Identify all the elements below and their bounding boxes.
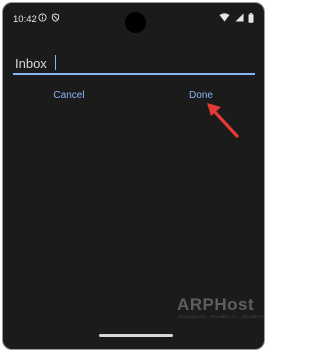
signal-icon — [235, 13, 244, 22]
label-name-input[interactable]: Inbox — [15, 56, 47, 71]
info-icon — [38, 13, 47, 22]
wifi-icon — [219, 13, 230, 22]
label-name-field[interactable]: Inbox — [13, 51, 255, 75]
arrow-pointer-icon — [207, 103, 239, 138]
watermark-tagline: INNOVATION · RELIABILITY · SECURITY — [178, 314, 264, 319]
shield-icon — [51, 13, 60, 22]
field-underline — [13, 73, 255, 75]
gesture-nav-bar[interactable] — [99, 334, 173, 337]
status-time: 10:42 — [13, 14, 37, 25]
camera-cutout — [125, 12, 146, 33]
status-bar: 10:42 — [3, 3, 264, 33]
battery-icon — [248, 13, 254, 23]
cancel-button[interactable]: Cancel — [39, 87, 99, 105]
status-right-icons — [219, 13, 254, 23]
phone-screen: 10:42 Inbox Cancel Done ARPHost INNOVATI… — [2, 2, 265, 350]
watermark-logo: ARPHost — [177, 295, 255, 314]
text-cursor — [55, 55, 56, 70]
